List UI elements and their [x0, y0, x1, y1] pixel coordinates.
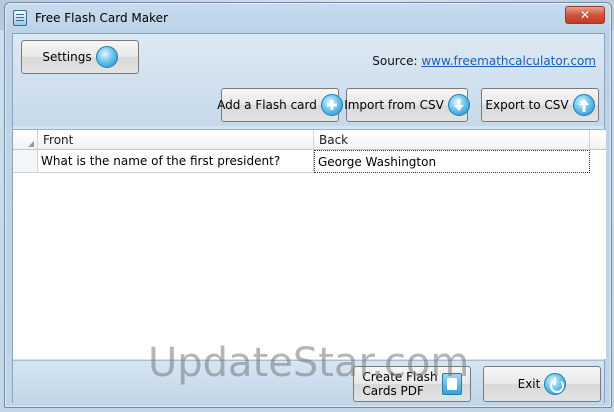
row-header[interactable]: [13, 150, 38, 173]
add-flash-card-button[interactable]: Add a Flash card: [217, 88, 343, 122]
arrow-up-circle-icon: [572, 94, 595, 116]
pdf-icon: [441, 373, 462, 395]
settings-button[interactable]: Settings: [21, 40, 139, 74]
import-csv-button[interactable]: Import from CSV: [344, 88, 470, 122]
create-pdf-label: Create Flash Cards PDF: [362, 370, 437, 398]
close-icon: ✕: [579, 8, 591, 22]
title-bar[interactable]: Free Flash Card Maker ✕: [5, 3, 611, 33]
exit-label: Exit: [517, 377, 541, 391]
add-flash-card-label: Add a Flash card: [217, 98, 317, 112]
gear-icon: [95, 46, 118, 68]
source-link[interactable]: www.freemathcalculator.com: [421, 54, 596, 68]
import-csv-label: Import from CSV: [344, 98, 444, 112]
close-button[interactable]: ✕: [565, 6, 605, 24]
create-pdf-label-line2: Cards PDF: [362, 384, 424, 398]
window-title: Free Flash Card Maker: [35, 11, 168, 25]
export-csv-button[interactable]: Export to CSV: [481, 88, 599, 122]
source-credit: Source: www.freemathcalculator.com: [372, 54, 596, 68]
flash-card-grid[interactable]: Front Back What is the name of the first…: [13, 129, 606, 359]
toolbar: Settings Source: www.freemathcalculator.…: [13, 34, 604, 126]
create-pdf-button[interactable]: Create Flash Cards PDF: [353, 366, 471, 402]
cell-front[interactable]: What is the name of the first president?: [38, 150, 314, 173]
create-pdf-label-line1: Create Flash: [362, 370, 438, 384]
power-icon: [544, 373, 567, 395]
corner-triangle-icon: [28, 141, 34, 147]
column-header-front[interactable]: Front: [38, 130, 314, 150]
exit-button[interactable]: Exit: [483, 366, 601, 402]
footer-bar: Create Flash Cards PDF Exit: [13, 360, 604, 404]
export-csv-label: Export to CSV: [485, 98, 569, 112]
settings-label: Settings: [42, 50, 92, 64]
plus-circle-icon: [320, 94, 343, 116]
client-area: Settings Source: www.freemathcalculator.…: [12, 33, 606, 404]
column-header-back[interactable]: Back: [314, 130, 590, 150]
app-window: Free Flash Card Maker ✕ Settings Source:…: [4, 2, 612, 408]
grid-header: Front Back: [13, 130, 606, 150]
source-prefix: Source:: [372, 54, 418, 68]
arrow-down-circle-icon: [447, 94, 470, 116]
select-all-corner[interactable]: [13, 130, 38, 150]
app-icon: [13, 10, 27, 26]
cell-back[interactable]: George Washington: [314, 150, 590, 173]
